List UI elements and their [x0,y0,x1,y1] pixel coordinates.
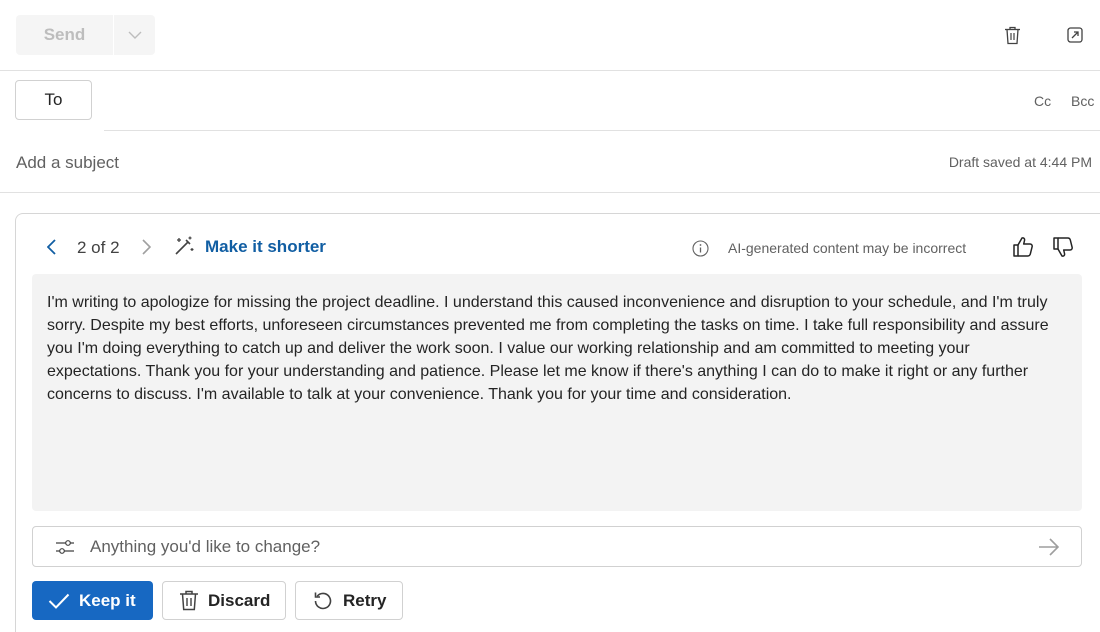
refine-prompt-box [32,526,1082,567]
discard-label: Discard [208,590,271,610]
thumbs-up-icon[interactable] [1011,235,1035,259]
sliders-icon [56,540,74,554]
to-button[interactable]: To [15,80,92,120]
checkmark-icon [48,593,70,609]
draft-counter: 2 of 2 [77,238,120,257]
keep-it-button[interactable]: Keep it [32,581,153,620]
previous-draft-button[interactable] [42,234,60,260]
thumbs-down-icon[interactable] [1051,235,1075,259]
info-icon[interactable] [692,240,709,257]
chevron-down-icon [128,31,141,39]
discard-draft-button[interactable] [1002,24,1022,46]
refine-prompt-input[interactable] [90,535,990,559]
pop-out-icon [1067,27,1083,43]
pop-out-button[interactable] [1065,24,1085,46]
next-draft-button[interactable] [137,234,155,260]
to-row: To Cc Bcc [0,71,1100,132]
trash-icon [1004,26,1020,44]
trash-icon [180,590,198,611]
make-it-shorter-label: Make it shorter [205,237,326,256]
subject-row: Draft saved at 4:44 PM [0,132,1100,193]
compose-toolbar: Send [0,0,1100,71]
retry-label: Retry [343,590,387,610]
chevron-left-icon [46,239,56,255]
magic-wand-icon [175,236,194,255]
ai-draft-body: I'm writing to apologize for missing the… [32,274,1082,511]
to-field-divider [104,130,1100,131]
send-options-button[interactable] [114,15,155,55]
cc-button[interactable]: Cc [1034,93,1051,109]
retry-button[interactable]: Retry [295,581,403,620]
arrow-right-icon[interactable] [1037,536,1061,558]
send-button[interactable]: Send [16,15,114,55]
ai-draft-card: 2 of 2 Make it shorter AI-generated cont… [15,213,1100,632]
chevron-right-icon [141,239,151,255]
send-split-button: Send [16,15,155,55]
ai-disclaimer: AI-generated content may be incorrect [728,240,967,256]
discard-button[interactable]: Discard [162,581,286,620]
retry-icon [314,592,332,609]
bcc-button[interactable]: Bcc [1071,93,1094,109]
subject-input[interactable] [16,150,716,176]
keep-it-label: Keep it [79,590,136,610]
draft-status: Draft saved at 4:44 PM [948,154,1092,170]
